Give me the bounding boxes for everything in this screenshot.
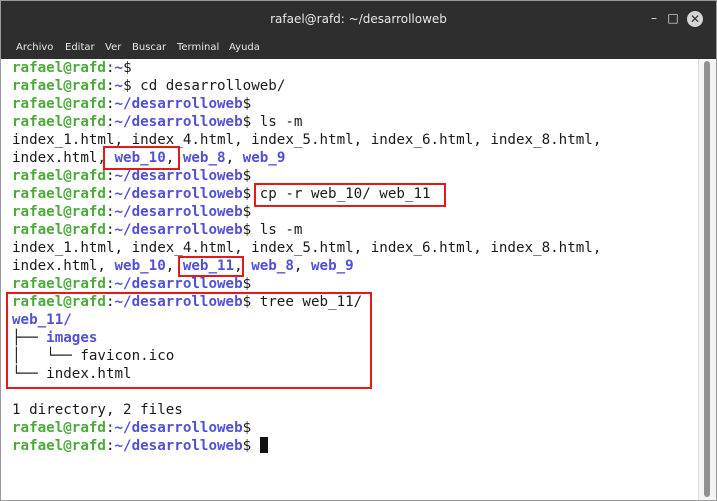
prompt-path: ~/desarrolloweb: [114, 222, 243, 238]
prompt-symbol: $: [123, 60, 132, 76]
prompt-user: rafael@rafd: [12, 114, 106, 130]
prompt-line: rafael@rafd:~/desarrolloweb$: [12, 419, 251, 437]
prompt-colon: :: [105, 96, 115, 112]
prompt-user: rafael@rafd: [12, 204, 106, 220]
separator: ,: [225, 150, 243, 166]
dir-entry-web9: web_9: [242, 150, 286, 166]
prompt-path: ~/desarrolloweb: [114, 276, 243, 292]
terminal-output[interactable]: rafael@rafd:~$ rafael@rafd:~$ cd desarro…: [1, 59, 698, 500]
prompt-colon: :: [105, 420, 115, 436]
prompt-path: ~: [114, 60, 124, 76]
scrollbar-thumb[interactable]: [704, 61, 710, 497]
menu-terminal[interactable]: Terminal: [177, 42, 219, 53]
prompt-colon: :: [105, 114, 115, 130]
prompt-user: rafael@rafd: [12, 276, 106, 292]
window-title: rafael@rafd: ~/desarrolloweb: [270, 12, 447, 26]
prompt-user: rafael@rafd: [12, 78, 106, 94]
command-text: ls -m: [251, 222, 303, 238]
highlight-box-cp-command: [254, 183, 446, 207]
file-entry: index.html,: [12, 258, 115, 274]
menu-buscar[interactable]: Buscar: [132, 42, 166, 53]
prompt-symbol: $: [123, 78, 132, 94]
prompt-symbol: $: [242, 222, 252, 238]
prompt-path: ~/desarrolloweb: [114, 420, 243, 436]
prompt-symbol: $: [242, 420, 252, 436]
prompt-path: ~/desarrolloweb: [114, 204, 243, 220]
ls-output-line: index_1.html, index_4.html, index_5.html…: [12, 240, 602, 256]
prompt-symbol: $: [242, 438, 252, 454]
dir-entry-web9: web_9: [311, 258, 354, 274]
prompt-colon: :: [105, 438, 115, 454]
title-bar[interactable]: rafael@rafd: ~/desarrolloweb – □ ✕: [1, 1, 716, 37]
command-text: ls -m: [251, 114, 303, 130]
prompt-user: rafael@rafd: [12, 168, 106, 184]
terminal-window: rafael@rafd: ~/desarrolloweb – □ ✕ Archi…: [0, 0, 717, 501]
prompt-path: ~/desarrolloweb: [114, 114, 243, 130]
menu-editar[interactable]: Editar: [65, 42, 95, 53]
command-line: rafael@rafd:~$ cd desarrolloweb/: [12, 77, 285, 95]
close-button[interactable]: ✕: [687, 11, 703, 27]
prompt-symbol: $: [242, 186, 252, 202]
menu-ver[interactable]: Ver: [105, 42, 121, 53]
prompt-line: rafael@rafd:~$: [12, 59, 132, 77]
prompt-path: ~/desarrolloweb: [114, 168, 243, 184]
menu-bar: Archivo Editar Ver Buscar Terminal Ayuda: [1, 37, 716, 59]
prompt-user: rafael@rafd: [12, 186, 106, 202]
ls-output-line: index_1.html, index_4.html, index_5.html…: [12, 132, 602, 148]
prompt-path: ~/desarrolloweb: [114, 438, 243, 454]
command-line: rafael@rafd:~/desarrolloweb$ ls -m: [12, 113, 302, 131]
menu-archivo[interactable]: Archivo: [16, 42, 53, 53]
scrollbar[interactable]: [698, 59, 716, 500]
menu-ayuda[interactable]: Ayuda: [229, 42, 260, 53]
highlight-box-web10: [103, 146, 180, 170]
prompt-colon: :: [105, 168, 115, 184]
prompt-line: rafael@rafd:~/desarrolloweb$: [12, 95, 251, 113]
prompt-user: rafael@rafd: [12, 420, 106, 436]
prompt-symbol: $: [242, 204, 252, 220]
maximize-button[interactable]: □: [665, 10, 681, 26]
tree-summary: 1 directory, 2 files: [12, 402, 183, 418]
command-text: cd desarrolloweb/: [131, 78, 286, 94]
dir-entry-web8: web_8: [182, 150, 226, 166]
prompt-user: rafael@rafd: [12, 96, 106, 112]
prompt-user: rafael@rafd: [12, 438, 106, 454]
prompt-path: ~/desarrolloweb: [114, 186, 243, 202]
minimize-button[interactable]: –: [646, 10, 662, 26]
prompt-user: rafael@rafd: [12, 60, 106, 76]
prompt-path: ~: [114, 78, 124, 94]
prompt-symbol: $: [242, 276, 252, 292]
prompt-colon: :: [105, 276, 115, 292]
prompt-path: ~/desarrolloweb: [114, 96, 243, 112]
prompt-symbol: $: [242, 96, 252, 112]
prompt-line: rafael@rafd:~/desarrolloweb$: [12, 275, 251, 293]
prompt-symbol: $: [242, 114, 252, 130]
command-line: rafael@rafd:~/desarrolloweb$ ls -m: [12, 221, 302, 239]
file-entry: index.html,: [12, 150, 115, 166]
prompt-line: rafael@rafd:~/desarrolloweb$: [12, 203, 251, 221]
dir-entry-web8: web_8: [251, 258, 294, 274]
prompt-colon: :: [105, 186, 115, 202]
highlight-box-web11: [178, 256, 244, 277]
text-cursor: [259, 437, 268, 453]
prompt-symbol: $: [242, 168, 252, 184]
prompt-user: rafael@rafd: [12, 222, 106, 238]
dir-entry-web10: web_10: [114, 258, 166, 274]
prompt-colon: :: [105, 204, 115, 220]
prompt-colon: :: [105, 60, 115, 76]
highlight-box-tree: [6, 292, 372, 389]
prompt-colon: :: [105, 222, 115, 238]
separator: ,: [293, 258, 311, 274]
active-prompt-line: rafael@rafd:~/desarrolloweb$: [12, 437, 268, 455]
prompt-colon: :: [105, 78, 115, 94]
